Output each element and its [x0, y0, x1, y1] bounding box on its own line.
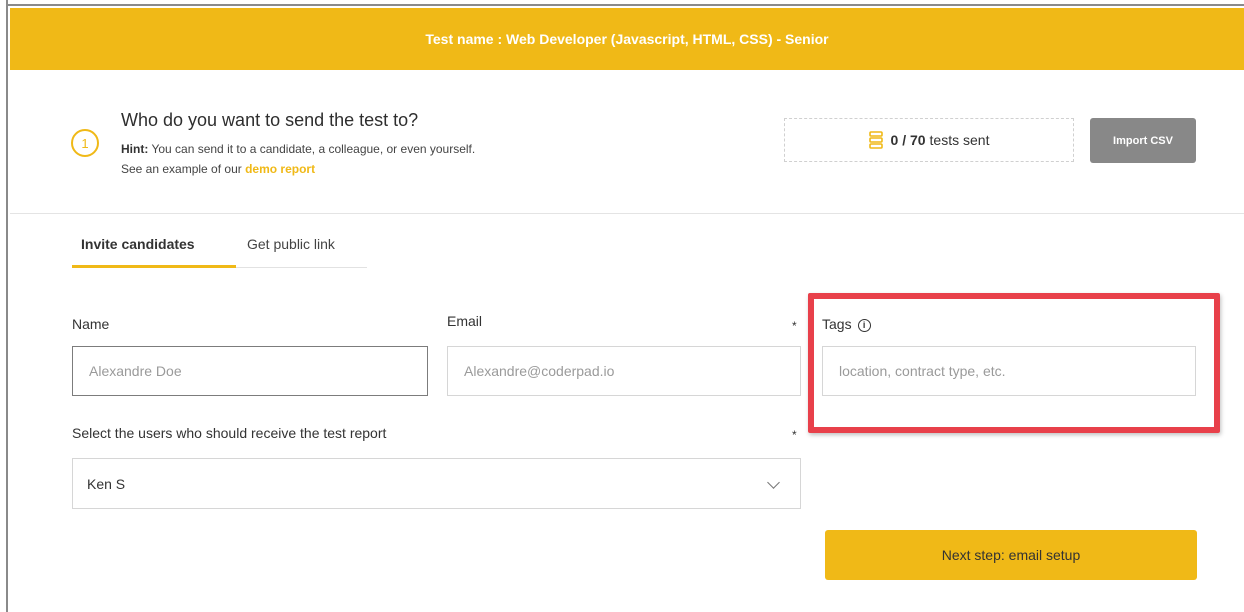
email-required-star: *	[792, 319, 797, 333]
tests-sent-counter: 0 / 70 tests sent	[784, 118, 1074, 162]
report-users-label: Select the users who should receive the …	[72, 425, 387, 441]
email-label: Email	[447, 313, 483, 329]
name-input[interactable]	[72, 346, 428, 396]
hint-text: Hint: You can send it to a candidate, a …	[121, 142, 475, 156]
test-header-bar: Test name : Web Developer (Javascript, H…	[10, 8, 1244, 70]
report-users-select[interactable]: Ken S	[72, 458, 801, 509]
example-text: See an example of our	[121, 162, 246, 176]
step-section: 1 Who do you want to send the test to? H…	[10, 70, 1244, 214]
coins-icon	[868, 131, 883, 149]
step-title: Who do you want to send the test to?	[121, 110, 419, 130]
window-left-edge	[0, 0, 8, 612]
next-step-button[interactable]: Next step: email setup	[825, 530, 1197, 580]
tags-label: Tags	[822, 316, 852, 332]
invite-tabs: Invite candidates Get public link	[72, 236, 367, 268]
tab-invite-candidates[interactable]: Invite candidates	[72, 236, 236, 268]
import-csv-button[interactable]: Import CSV	[1090, 118, 1196, 163]
demo-report-line: See an example of our demo report	[121, 162, 315, 176]
hint-label: Hint:	[121, 142, 149, 156]
email-input[interactable]	[447, 346, 801, 396]
tests-sent-count: 0 / 70	[890, 132, 926, 148]
demo-report-link[interactable]: demo report	[245, 162, 315, 176]
info-icon[interactable]: i	[857, 319, 871, 332]
window-top-edge	[8, 0, 1244, 6]
tags-input[interactable]	[822, 346, 1196, 396]
step-number-badge: 1	[71, 129, 99, 157]
report-users-selected: Ken S	[87, 475, 126, 492]
chevron-down-icon	[767, 476, 780, 489]
test-name-title: Test name : Web Developer (Javascript, H…	[425, 31, 829, 47]
hint-body: You can send it to a candidate, a collea…	[148, 142, 476, 156]
tab-get-public-link[interactable]: Get public link	[247, 236, 335, 252]
tests-sent-label: tests sent	[929, 132, 990, 148]
tags-label-row: Tags i	[822, 316, 871, 332]
name-label: Name	[72, 316, 110, 332]
report-users-required-star: *	[792, 428, 797, 442]
